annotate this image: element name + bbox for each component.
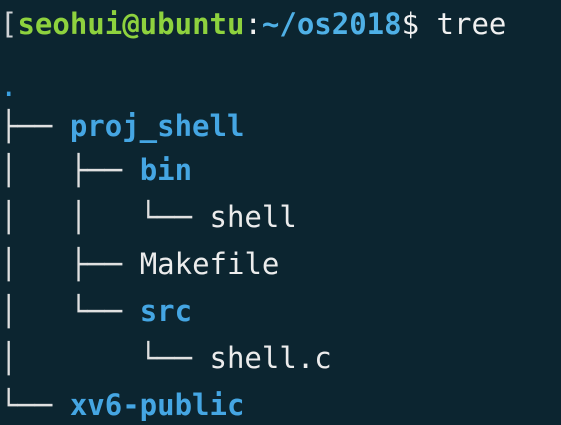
tree-guide: │ └──	[0, 341, 210, 375]
terminal-window[interactable]: [seohui@ubuntu:~/os2018$ tree . ├── proj…	[0, 0, 561, 425]
prompt-separator: :	[244, 7, 262, 41]
tree-file-makefile: Makefile	[139, 247, 280, 281]
tree-line: │ │ └── shell	[0, 193, 297, 241]
tree-line: │ ├── Makefile	[0, 240, 279, 288]
tree-line: │ └── src	[0, 287, 192, 335]
tree-guide: ├──	[0, 109, 70, 143]
tree-dir-xv6-public: xv6-public	[69, 388, 245, 422]
prompt-command: tree	[436, 7, 507, 41]
tree-line: └── xv6-public	[0, 381, 244, 425]
prompt-symbol: $	[401, 7, 420, 41]
tree-line: ├── proj_shell	[0, 102, 244, 150]
tree-file-shell: shell	[209, 200, 297, 234]
tree-guide: │ ├──	[0, 247, 140, 281]
tree-line: │ └── shell.c	[0, 334, 332, 382]
prompt-user-host: seohui@ubuntu	[17, 7, 245, 41]
prompt-cwd: ~/os2018	[261, 7, 402, 41]
prompt-line: [seohui@ubuntu:~/os2018$ tree	[0, 0, 506, 48]
tree-file-shell-c: shell.c	[209, 341, 332, 375]
tree-dir-src: src	[139, 294, 193, 328]
tree-line: │ ├── bin	[0, 146, 192, 194]
tree-dir-bin: bin	[139, 153, 193, 187]
tree-dir-proj-shell: proj_shell	[69, 109, 245, 143]
tree-guide: │ ├──	[0, 153, 140, 187]
prompt-bracket: [	[0, 7, 18, 41]
tree-guide: │ │ └──	[0, 200, 210, 234]
tree-guide: │ └──	[0, 294, 140, 328]
tree-guide: └──	[0, 388, 70, 422]
